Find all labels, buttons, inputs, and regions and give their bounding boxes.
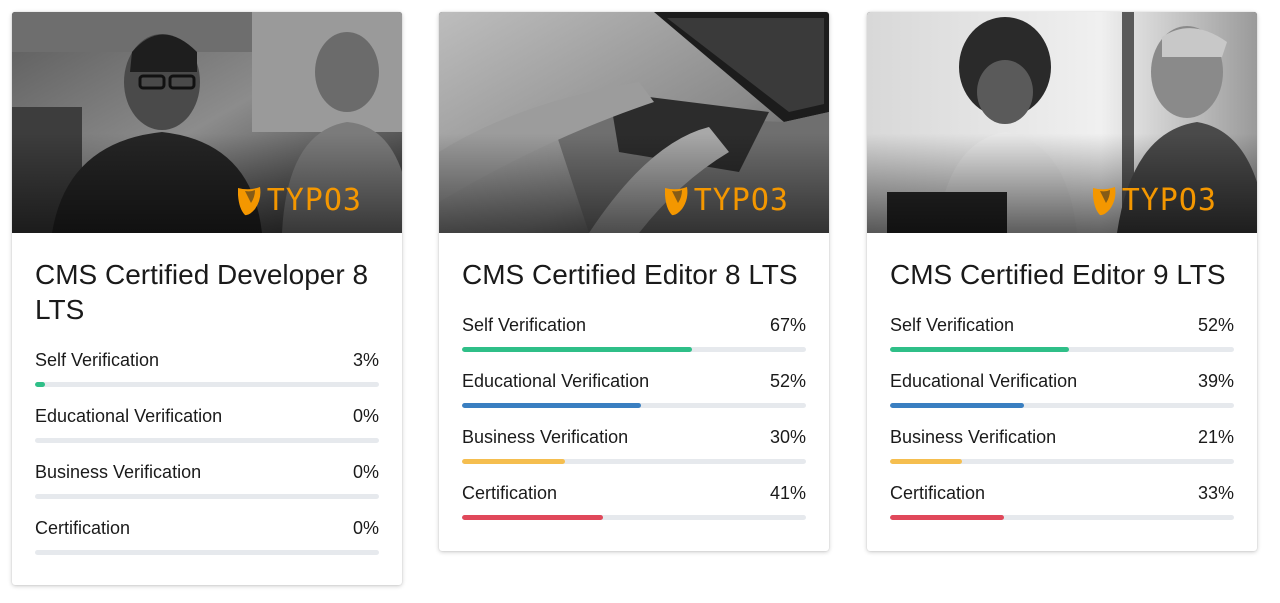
progress-label: Certification: [890, 483, 986, 503]
progress-percent: 52%: [1197, 315, 1234, 335]
progress-track: [35, 438, 379, 443]
progress-percent: 0%: [352, 406, 379, 426]
progress-self-verification: Self Verification 67%: [462, 314, 806, 370]
typo3-logo-icon: [1092, 187, 1116, 216]
progress-track: [35, 382, 379, 387]
card-title: CMS Certified Editor 9 LTS: [890, 259, 1226, 290]
progress-label: Business Verification: [35, 462, 202, 482]
progress-track: [890, 403, 1234, 408]
progress-label: Educational Verification: [890, 371, 1078, 391]
typo3-logo-text: TYPO3: [1121, 183, 1217, 218]
progress-percent: 30%: [769, 427, 806, 447]
progress-track: [35, 494, 379, 499]
progress-label: Business Verification: [462, 427, 629, 447]
progress-fill: [462, 515, 604, 520]
progress-fill: [462, 459, 566, 464]
progress-label: Self Verification: [890, 315, 1015, 335]
progress-track: [35, 550, 379, 555]
progress-track: [462, 403, 806, 408]
progress-fill: [35, 382, 46, 387]
progress-label: Self Verification: [35, 350, 160, 370]
progress-label: Business Verification: [890, 427, 1057, 447]
progress-fill: [890, 347, 1069, 352]
progress-educational-verification: Educational Verification 39%: [890, 370, 1234, 426]
progress-track: [890, 459, 1234, 464]
progress-percent: 67%: [769, 315, 806, 335]
card-title: CMS Certified Editor 8 LTS: [462, 259, 798, 290]
progress-track: [462, 347, 806, 352]
progress-percent: 52%: [769, 371, 806, 391]
card-photo: TYPO3: [439, 12, 829, 233]
progress-self-verification: Self Verification 3%: [35, 349, 379, 405]
progress-percent: 3%: [352, 350, 379, 370]
typo3-logo: TYPO3: [235, 185, 362, 217]
certification-card-developer-8[interactable]: TYPO3 CMS Certified Developer 8 LTS Self…: [12, 12, 402, 585]
progress-educational-verification: Educational Verification 0%: [35, 405, 379, 461]
progress-percent: 39%: [1197, 371, 1234, 391]
progress-fill: [462, 347, 693, 352]
progress-label: Educational Verification: [35, 406, 223, 426]
progress-business-verification: Business Verification 21%: [890, 426, 1234, 482]
progress-fill: [890, 403, 1025, 408]
card-title: CMS Certified Developer 8 LTS: [35, 259, 369, 325]
progress-percent: 21%: [1197, 427, 1234, 447]
progress-track: [462, 515, 806, 520]
progress-self-verification: Self Verification 52%: [890, 314, 1234, 370]
progress-certification: Certification 33%: [890, 482, 1234, 538]
progress-percent: 41%: [769, 483, 806, 503]
typo3-logo-text: TYPO3: [266, 183, 362, 218]
progress-fill: [890, 515, 1004, 520]
progress-label: Self Verification: [462, 315, 587, 335]
progress-educational-verification: Educational Verification 52%: [462, 370, 806, 426]
progress-percent: 0%: [352, 518, 379, 538]
progress-certification: Certification 41%: [462, 482, 806, 538]
progress-label: Certification: [462, 483, 558, 503]
progress-track: [890, 347, 1234, 352]
typo3-logo-icon: [237, 187, 261, 216]
typo3-logo-icon: [664, 187, 688, 216]
card-photo: TYPO3: [867, 12, 1257, 233]
card-photo: TYPO3: [12, 12, 402, 233]
progress-business-verification: Business Verification 30%: [462, 426, 806, 482]
typo3-logo: TYPO3: [1090, 185, 1217, 217]
typo3-logo: TYPO3: [662, 185, 789, 217]
progress-certification: Certification 0%: [35, 517, 379, 573]
progress-fill: [462, 403, 641, 408]
progress-business-verification: Business Verification 0%: [35, 461, 379, 517]
typo3-logo-text: TYPO3: [693, 183, 789, 218]
certification-card-editor-9[interactable]: TYPO3 CMS Certified Editor 9 LTS Self Ve…: [867, 12, 1257, 551]
progress-label: Certification: [35, 518, 131, 538]
progress-label: Educational Verification: [462, 371, 650, 391]
progress-track: [890, 515, 1234, 520]
progress-percent: 0%: [352, 462, 379, 482]
progress-track: [462, 459, 806, 464]
progress-fill: [890, 459, 963, 464]
progress-percent: 33%: [1197, 483, 1234, 503]
certification-card-editor-8[interactable]: TYPO3 CMS Certified Editor 8 LTS Self Ve…: [439, 12, 829, 551]
